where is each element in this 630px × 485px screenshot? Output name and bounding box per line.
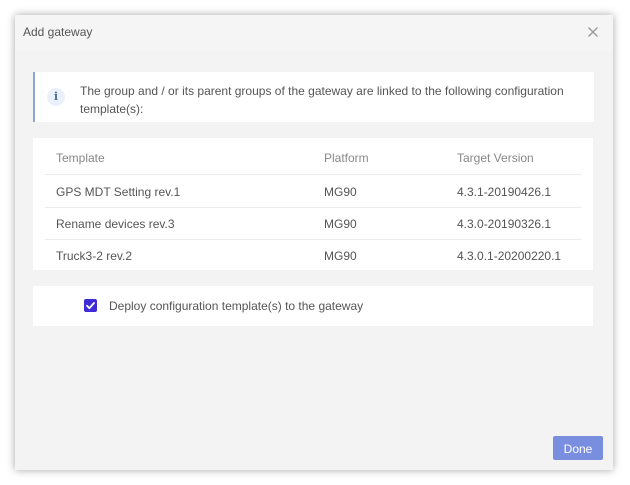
- cell-platform: MG90: [324, 185, 357, 199]
- info-icon: i: [47, 88, 65, 106]
- info-message: i The group and / or its parent groups o…: [33, 72, 594, 122]
- add-gateway-dialog: Add gateway i The group and / or its par…: [15, 15, 613, 470]
- dialog-title-bar: Add gateway: [15, 15, 613, 51]
- cell-template: Rename devices rev.3: [56, 217, 175, 231]
- table-row: Truck3-2 rev.2 MG90 4.3.0.1-20200220.1: [45, 239, 581, 271]
- done-button[interactable]: Done: [553, 436, 603, 460]
- close-icon[interactable]: [585, 24, 601, 40]
- template-table: Template Platform Target Version GPS MDT…: [33, 138, 593, 270]
- cell-platform: MG90: [324, 249, 357, 263]
- cell-template: GPS MDT Setting rev.1: [56, 185, 181, 199]
- cell-target-version: 4.3.0.1-20200220.1: [457, 249, 562, 263]
- column-header-target-version: Target Version: [457, 151, 534, 165]
- column-header-template: Template: [56, 151, 105, 165]
- deploy-checkbox-label[interactable]: Deploy configuration template(s) to the …: [109, 299, 363, 313]
- table-row: Rename devices rev.3 MG90 4.3.0-20190326…: [45, 207, 581, 240]
- deploy-option: Deploy configuration template(s) to the …: [33, 286, 593, 326]
- deploy-checkbox[interactable]: [84, 299, 97, 312]
- info-text: The group and / or its parent groups of …: [80, 84, 564, 116]
- dialog-title: Add gateway: [23, 25, 93, 39]
- cell-template: Truck3-2 rev.2: [56, 249, 133, 263]
- table-row: GPS MDT Setting rev.1 MG90 4.3.1-2019042…: [45, 175, 581, 208]
- cell-target-version: 4.3.1-20190426.1: [457, 185, 552, 199]
- cell-platform: MG90: [324, 217, 357, 231]
- column-header-platform: Platform: [324, 151, 369, 165]
- cell-target-version: 4.3.0-20190326.1: [457, 217, 552, 231]
- table-header: Template Platform Target Version: [45, 140, 581, 175]
